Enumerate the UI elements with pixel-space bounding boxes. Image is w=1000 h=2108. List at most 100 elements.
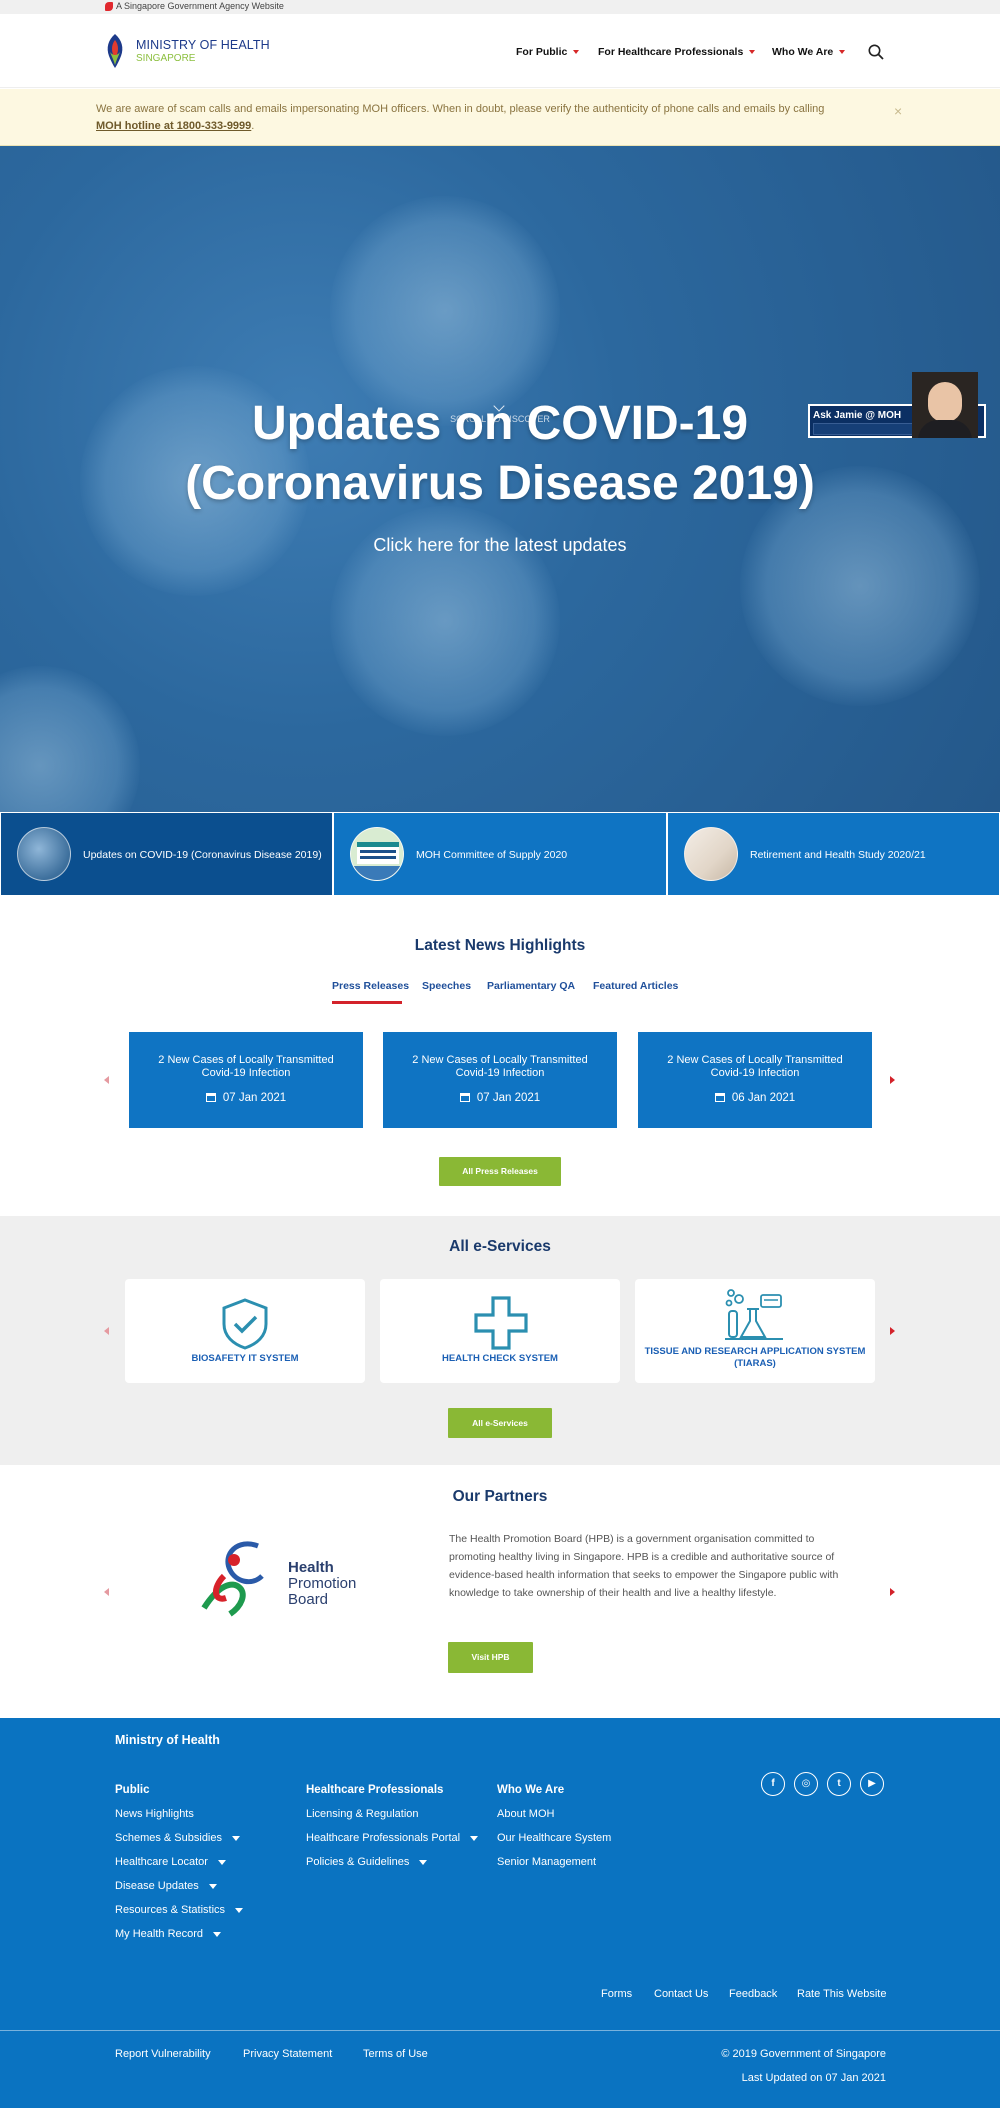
footer-last-updated: Last Updated on 07 Jan 2021 — [741, 2072, 886, 2084]
close-icon[interactable]: × — [894, 103, 902, 119]
news-card[interactable]: 2 New Cases of Locally Transmitted Covid… — [638, 1032, 872, 1128]
calendar-icon — [205, 1093, 216, 1102]
footer-link-hcp-portal[interactable]: Healthcare Professionals Portal — [306, 1832, 479, 1844]
chatbot-input[interactable] — [813, 423, 923, 435]
avatar-suit — [918, 420, 972, 438]
news-card-date-text: 07 Jan 2021 — [222, 1092, 287, 1104]
hpb-logo-line3: Board — [288, 1591, 329, 1608]
footer-link-licensing-regulation[interactable]: Licensing & Regulation — [306, 1808, 419, 1820]
eservice-card-label: HEALTH CHECK SYSTEM — [442, 1353, 558, 1364]
footer-link-news-highlights[interactable]: News Highlights — [115, 1808, 194, 1820]
footer-link-about-moh[interactable]: About MOH — [497, 1808, 554, 1820]
tab-speeches[interactable]: Speeches — [422, 980, 471, 992]
footer-link-label: Schemes & Subsidies — [115, 1832, 222, 1844]
hero-banner[interactable]: SCROLL TO DISCOVER Updates on COVID-19 (… — [0, 146, 1000, 812]
carousel-prev-icon[interactable] — [104, 1076, 109, 1084]
news-card[interactable]: 2 New Cases of Locally Transmitted Covid… — [129, 1032, 363, 1128]
nav-for-public-label: For Public — [516, 46, 568, 58]
footer-link-rate-this-website[interactable]: Rate This Website — [797, 1988, 886, 2000]
caret-down-icon[interactable] — [232, 1835, 240, 1841]
footer-link-label: Our Healthcare System — [497, 1832, 612, 1844]
news-card-title: 2 New Cases of Locally Transmitted Covid… — [412, 1054, 588, 1079]
feature-tile-committee-of-supply[interactable]: MOH Committee of Supply 2020 — [333, 812, 667, 896]
footer-link-my-health-record[interactable]: My Health Record — [115, 1928, 222, 1940]
footer-link-terms-of-use[interactable]: Terms of Use — [363, 2048, 428, 2060]
eservice-card-health-check[interactable]: HEALTH CHECK SYSTEM — [380, 1279, 620, 1383]
all-press-releases-button[interactable]: All Press Releases — [439, 1157, 561, 1186]
carousel-prev-icon[interactable] — [104, 1588, 109, 1596]
carousel-next-icon[interactable] — [890, 1588, 895, 1596]
chatbot-avatar — [912, 372, 978, 438]
calendar-icon — [459, 1093, 470, 1102]
caret-down-icon — [749, 50, 756, 55]
eservice-card-biosafety[interactable]: BIOSAFETY IT SYSTEM — [125, 1279, 365, 1383]
nav-who-we-are-label: Who We Are — [772, 46, 834, 58]
retirement-study-thumbnail — [684, 827, 738, 881]
news-card[interactable]: 2 New Cases of Locally Transmitted Covid… — [383, 1032, 617, 1128]
footer-link-privacy-statement[interactable]: Privacy Statement — [243, 2048, 332, 2060]
nav-for-healthcare-professionals-label: For Healthcare Professionals — [598, 46, 744, 58]
tab-press-releases[interactable]: Press Releases — [332, 980, 409, 992]
caret-down-icon[interactable] — [217, 1859, 226, 1865]
news-card-title: 2 New Cases of Locally Transmitted Covid… — [158, 1054, 334, 1079]
hpb-logo[interactable]: Health Promotion Board — [200, 1536, 370, 1626]
caret-down-icon[interactable] — [419, 1859, 428, 1865]
footer-link-label: Resources & Statistics — [115, 1904, 226, 1916]
caret-down-icon[interactable] — [470, 1835, 479, 1841]
news-card-date: 07 Jan 2021 — [383, 1092, 617, 1104]
carousel-prev-icon[interactable] — [104, 1327, 109, 1335]
tab-parliamentary-qa[interactable]: Parliamentary QA — [487, 980, 575, 992]
footer-divider — [0, 2030, 1000, 2031]
instagram-icon[interactable]: ◎ — [794, 1772, 818, 1796]
footer-link-label: Senior Management — [497, 1856, 597, 1868]
footer-link-schemes-subsidies[interactable]: Schemes & Subsidies — [115, 1832, 240, 1844]
feature-tile-covid[interactable]: Updates on COVID-19 (Coronavirus Disease… — [0, 812, 333, 896]
caret-down-icon[interactable] — [235, 1907, 244, 1913]
carousel-next-icon[interactable] — [890, 1327, 895, 1335]
footer-link-disease-updates[interactable]: Disease Updates — [115, 1880, 217, 1892]
footer-heading-healthcare-professionals[interactable]: Healthcare Professionals — [306, 1784, 443, 1796]
tab-featured-articles[interactable]: Featured Articles — [593, 980, 678, 992]
medical-cross-icon — [474, 1296, 528, 1350]
visit-hpb-button[interactable]: Visit HPB — [448, 1642, 533, 1673]
eservice-card-tiaras[interactable]: TISSUE AND RESEARCH APPLICATION SYSTEM (… — [635, 1279, 875, 1383]
footer-link-senior-management[interactable]: Senior Management — [497, 1856, 596, 1868]
carousel-next-icon[interactable] — [890, 1076, 895, 1084]
partner-description: The Health Promotion Board (HPB) is a go… — [449, 1533, 839, 1599]
hero-subtitle-link[interactable]: Click here for the latest updates — [0, 535, 1000, 556]
footer-link-report-vulnerability[interactable]: Report Vulnerability — [115, 2048, 211, 2060]
all-eservices-button[interactable]: All e-Services — [448, 1408, 552, 1438]
nav-who-we-are[interactable]: Who We Are — [772, 46, 846, 58]
twitter-icon[interactable]: t — [827, 1772, 851, 1796]
footer-link-label: News Highlights — [115, 1808, 194, 1820]
footer-link-our-healthcare-system[interactable]: Our Healthcare System — [497, 1832, 611, 1844]
footer-link-feedback[interactable]: Feedback — [729, 1988, 777, 2000]
feature-tile-retirement-study[interactable]: Retirement and Health Study 2020/21 — [667, 812, 1000, 896]
feature-tile-label: Updates on COVID-19 (Coronavirus Disease… — [83, 849, 322, 861]
footer-link-contact-us[interactable]: Contact Us — [654, 1988, 708, 2000]
footer-link-healthcare-locator[interactable]: Healthcare Locator — [115, 1856, 226, 1868]
footer-link-policies-guidelines[interactable]: Policies & Guidelines — [306, 1856, 428, 1868]
nav-for-healthcare-professionals[interactable]: For Healthcare Professionals — [598, 46, 756, 58]
news-card-date-text: 07 Jan 2021 — [476, 1092, 541, 1104]
feature-tile-label: Retirement and Health Study 2020/21 — [750, 849, 926, 861]
ask-jamie-chatbot[interactable]: Ask Jamie @ MOH — [808, 372, 986, 438]
active-tab-indicator — [332, 1001, 402, 1004]
search-icon[interactable] — [868, 44, 884, 60]
youtube-icon[interactable]: ▶ — [860, 1772, 884, 1796]
moh-logo-icon[interactable] — [104, 32, 126, 70]
moh-hotline-link[interactable]: MOH hotline at 1800-333-9999 — [96, 120, 251, 132]
footer-link-label: About MOH — [497, 1808, 555, 1820]
logo-title[interactable]: MINISTRY OF HEALTH — [136, 38, 270, 52]
footer-link-forms[interactable]: Forms — [601, 1988, 632, 2000]
nav-for-public[interactable]: For Public — [516, 46, 580, 58]
news-card-title: 2 New Cases of Locally Transmitted Covid… — [667, 1054, 843, 1079]
healthier-together-logo — [351, 828, 403, 880]
scam-alert-tail: . — [251, 120, 255, 132]
footer-heading-public[interactable]: Public — [115, 1784, 150, 1796]
caret-down-icon[interactable] — [213, 1931, 222, 1937]
caret-down-icon[interactable] — [208, 1883, 217, 1889]
footer-link-resources-statistics[interactable]: Resources & Statistics — [115, 1904, 244, 1916]
facebook-icon[interactable]: f — [761, 1772, 785, 1796]
footer-heading-who-we-are[interactable]: Who We Are — [497, 1784, 564, 1796]
